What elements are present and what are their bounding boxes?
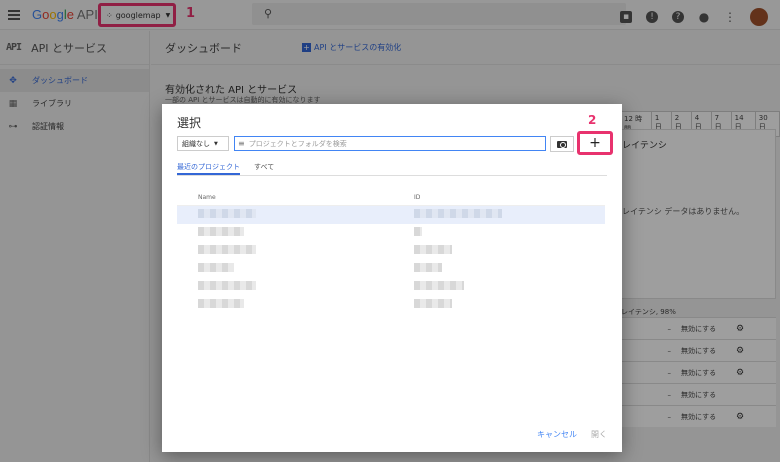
cancel-button[interactable]: キャンセル: [537, 429, 577, 440]
blurred-text: [198, 209, 256, 218]
blurred-text: [414, 209, 502, 218]
tab-recent-projects[interactable]: 最近のプロジェクト: [177, 160, 240, 175]
project-table: Name ID: [177, 194, 605, 314]
dialog-tabs: 最近のプロジェクト すべて: [177, 160, 607, 176]
project-search-input[interactable]: ≡ プロジェクトとフォルダを検索: [234, 136, 546, 151]
new-folder-button[interactable]: [550, 136, 574, 152]
blurred-text: [198, 227, 244, 236]
tab-all[interactable]: すべて: [254, 160, 274, 175]
blurred-text: [198, 245, 256, 254]
organization-select-value: 組織なし: [182, 139, 210, 148]
new-project-button[interactable]: +: [577, 131, 613, 155]
search-placeholder: プロジェクトとフォルダを検索: [248, 139, 347, 148]
blurred-text: [414, 281, 464, 290]
table-row[interactable]: [177, 260, 605, 278]
table-row[interactable]: [177, 278, 605, 296]
open-button[interactable]: 開く: [591, 429, 607, 440]
annotation-number-2: 2: [588, 113, 597, 127]
table-header: Name ID: [177, 194, 605, 206]
blurred-text: [414, 227, 422, 236]
blurred-text: [414, 245, 452, 254]
caret-down-icon: ▼: [214, 140, 218, 147]
blurred-text: [414, 299, 452, 308]
folder-camera-icon: [557, 140, 567, 148]
table-row[interactable]: [177, 242, 605, 260]
column-id-header: ID: [414, 194, 421, 201]
select-project-dialog: 選択 組織なし ▼ ≡ プロジェクトとフォルダを検索 2 + 最近のプロジェクト…: [162, 104, 622, 452]
table-row[interactable]: [177, 206, 605, 224]
table-row[interactable]: [177, 296, 605, 314]
table-row[interactable]: [177, 224, 605, 242]
organization-select[interactable]: 組織なし ▼: [177, 136, 229, 151]
dialog-actions: キャンセル 開く: [537, 429, 607, 440]
blurred-text: [198, 299, 244, 308]
column-name-header: Name: [198, 194, 216, 201]
filter-icon: ≡: [238, 139, 245, 148]
dialog-title: 選択: [177, 116, 202, 130]
blurred-text: [198, 281, 256, 290]
blurred-text: [414, 263, 442, 272]
blurred-text: [198, 263, 234, 272]
